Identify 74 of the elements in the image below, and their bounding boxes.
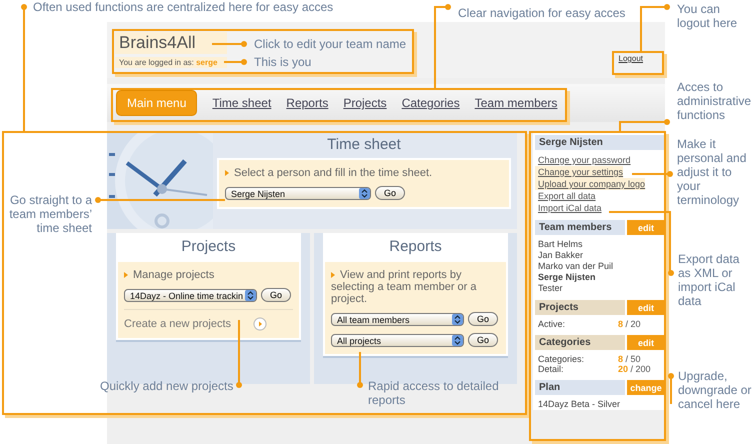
panel-title: Reports xyxy=(389,238,442,255)
nav-link[interactable]: Projects xyxy=(343,96,387,110)
go-button[interactable]: Go xyxy=(261,288,292,302)
reports-description: View and print reports by selecting a team member or a project. xyxy=(331,269,500,305)
dropdown[interactable]: Serge Nijsten xyxy=(225,186,371,200)
dropdown[interactable]: All team members xyxy=(331,312,464,326)
sidebar-link[interactable]: Change your password xyxy=(535,154,631,166)
nav-link[interactable]: Categories xyxy=(402,96,460,110)
highlight-frame xyxy=(612,51,664,75)
go-button[interactable]: Go xyxy=(375,186,406,200)
team-name[interactable]: Brains4All xyxy=(115,32,227,54)
panel-title: Projects xyxy=(181,238,236,255)
arrow-button-icon[interactable] xyxy=(253,317,267,331)
sidebar-link[interactable]: Import iCal data xyxy=(535,202,602,214)
dropdown[interactable]: 14Dayz - Online time trackin xyxy=(124,288,257,302)
annotation-text: Rapid access to detailed reports xyxy=(368,379,500,407)
leader-dot xyxy=(95,197,101,203)
stat-value: 20 / 200 xyxy=(618,364,652,374)
dropdown-arrow-icon xyxy=(452,314,463,324)
annotation-text: Click to edit your team name xyxy=(254,37,408,51)
leader-line xyxy=(212,43,244,45)
annotation-text: Go straight to a team members’ time sheet xyxy=(8,193,92,235)
stat-value: 8 / 50 xyxy=(618,354,642,364)
annotation-text: You can logout here xyxy=(677,2,738,30)
annotation-text: Export data as XML or import iCal data xyxy=(678,252,740,308)
dropdown-arrow-icon xyxy=(452,334,463,346)
create-project-text: Create a new projects xyxy=(124,318,231,330)
annotation-text: Acces to administrative functions xyxy=(677,80,752,122)
member-name: Bart Helms xyxy=(537,239,584,250)
panel-title: Time sheet xyxy=(327,136,401,153)
leader-dot xyxy=(668,373,674,379)
stat-label: Categories: xyxy=(538,354,586,364)
sidebar-link[interactable]: Export all data xyxy=(535,190,596,202)
member-name: Marko van der Puil xyxy=(537,261,614,272)
logout-link[interactable]: Logout xyxy=(618,54,643,63)
annotation-text: Quickly add new projects xyxy=(100,379,234,393)
leader-dot xyxy=(664,119,670,125)
leader-line xyxy=(670,376,672,404)
stat-value: 8 / 20 xyxy=(618,319,642,329)
nav-link[interactable]: Time sheet xyxy=(212,96,272,110)
leader-line xyxy=(359,352,361,385)
member-name: Jan Bakker xyxy=(537,250,584,261)
dropdown-arrow-icon xyxy=(245,290,256,300)
leader-dot xyxy=(21,4,27,10)
leader-line xyxy=(632,173,670,175)
dropdown[interactable]: All projects xyxy=(331,334,464,346)
plan-name: 14Dayz Beta - Silver xyxy=(537,399,622,410)
section-title: Projects xyxy=(535,300,625,315)
annotation-text: This is you xyxy=(254,55,312,69)
leader-dot xyxy=(445,4,451,10)
section-title: Plan xyxy=(535,380,625,395)
nav-link[interactable]: Reports xyxy=(286,96,328,110)
sidebar-user-name: Serge Nijsten xyxy=(535,135,665,150)
dropdown-arrow-icon xyxy=(359,188,370,198)
section-title: Team members xyxy=(535,220,625,235)
member-name: Tester xyxy=(537,283,564,294)
leader-dot xyxy=(664,4,670,10)
member-name: Serge Nijsten xyxy=(537,272,597,283)
instruction-text: Select a person and fill in the time sheet. xyxy=(225,167,503,179)
nav-link[interactable]: Team members xyxy=(474,96,558,110)
stat-label: Detail: xyxy=(538,364,565,374)
go-button[interactable]: Go xyxy=(468,333,498,347)
manage-projects-link[interactable]: Manage projects xyxy=(124,269,293,281)
annotation-text: Clear navigation for easy acces xyxy=(458,6,626,20)
leader-line xyxy=(238,320,240,385)
stat-label: Active: xyxy=(538,319,566,329)
annotation-text: Often used functions are centralized here for easy acces xyxy=(33,0,334,14)
sidebar-link[interactable]: Upload your company logo xyxy=(535,178,646,190)
section-title: Categories xyxy=(535,335,625,350)
annotation-text: Make it personal and adjust it to your terminology xyxy=(677,137,748,207)
annotation-text: Upgrade, downgrade or cancel here xyxy=(678,369,752,411)
go-button[interactable]: Go xyxy=(468,312,498,326)
login-status: You are logged in as: serge xyxy=(115,57,227,68)
sidebar-link[interactable]: Change your settings xyxy=(535,166,624,178)
